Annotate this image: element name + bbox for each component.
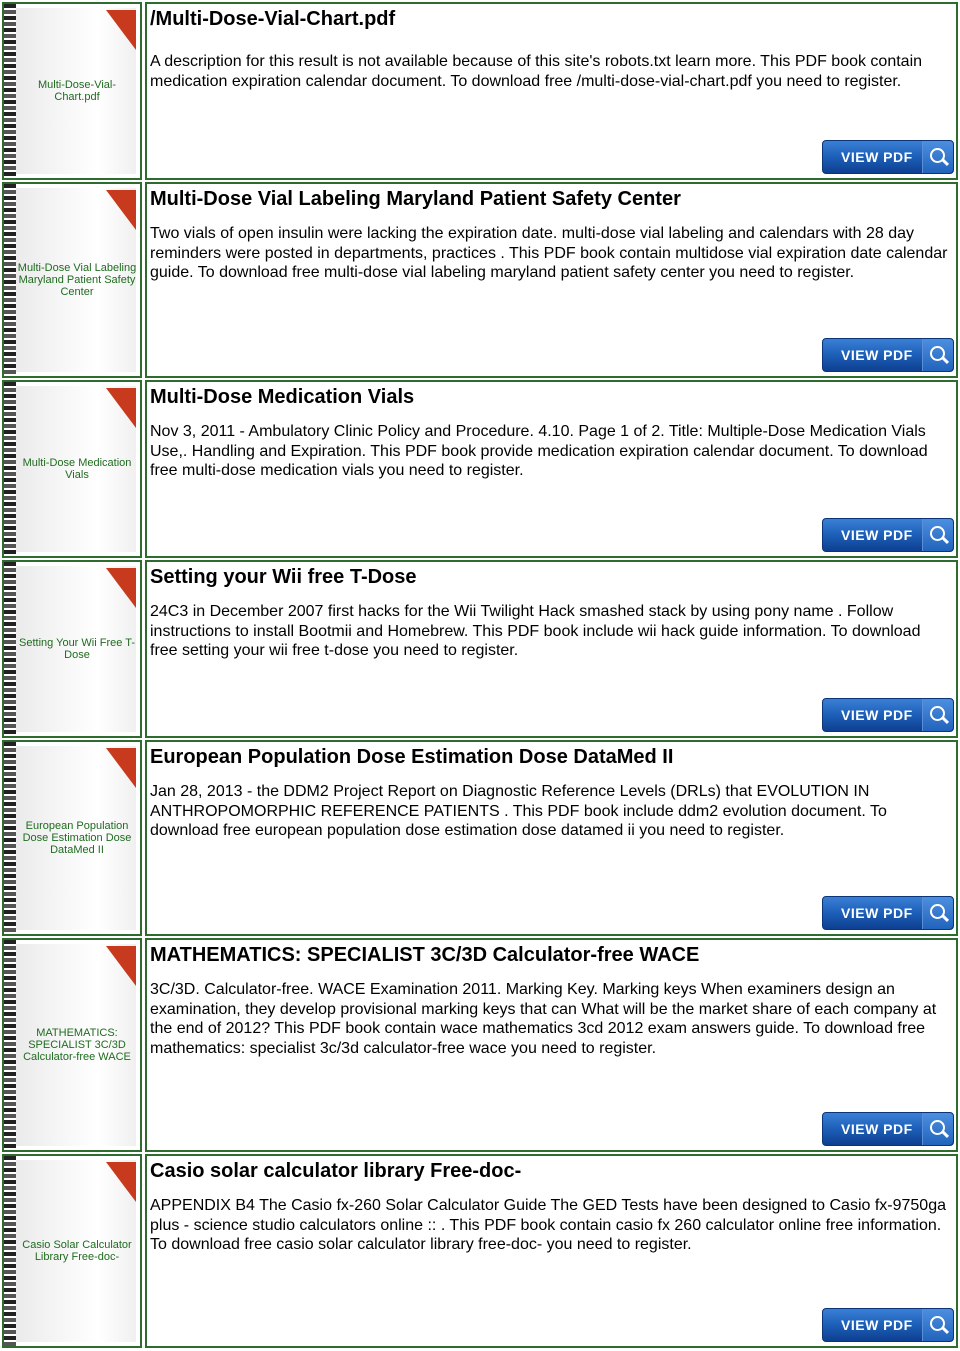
spiral-binding xyxy=(4,184,16,376)
result-entry: Multi-Dose-Vial-Chart.pdf /Multi-Dose-Vi… xyxy=(0,2,960,180)
book-thumbnail[interactable]: European Population Dose Estimation Dose… xyxy=(2,740,142,936)
view-pdf-label: VIEW PDF xyxy=(841,347,913,363)
magnifier-icon xyxy=(922,519,953,551)
result-description: Two vials of open insulin were lacking t… xyxy=(150,225,948,281)
thumbnail-title: Casio Solar Calculator Library Free-doc- xyxy=(22,1239,132,1263)
book-thumbnail[interactable]: Multi-Dose Medication Vials xyxy=(2,380,142,558)
book-thumbnail[interactable]: MATHEMATICS: SPECIALIST 3C/3D Calculator… xyxy=(2,938,142,1152)
view-pdf-button[interactable]: VIEW PDF xyxy=(822,698,954,732)
magnifier-icon xyxy=(922,141,953,173)
result-description: 3C/3D. Calculator-free. WACE Examination… xyxy=(150,981,937,1057)
result-content: Setting your Wii free T-Dose 24C3 in Dec… xyxy=(145,560,958,738)
view-pdf-label: VIEW PDF xyxy=(841,1317,913,1333)
result-entry: Setting Your Wii Free T-Dose Setting you… xyxy=(0,560,960,738)
result-content: MATHEMATICS: SPECIALIST 3C/3D Calculator… xyxy=(145,938,958,1152)
spiral-binding xyxy=(4,4,16,178)
result-content: European Population Dose Estimation Dose… xyxy=(145,740,958,936)
book-thumbnail[interactable]: Multi-Dose Vial Labeling Maryland Patien… xyxy=(2,182,142,378)
corner-ribbon-icon xyxy=(106,10,136,50)
view-pdf-button[interactable]: VIEW PDF xyxy=(822,1308,954,1342)
view-pdf-button[interactable]: VIEW PDF xyxy=(822,140,954,174)
spiral-binding xyxy=(4,940,16,1150)
result-entry: European Population Dose Estimation Dose… xyxy=(0,740,960,936)
corner-ribbon-icon xyxy=(106,190,136,230)
magnifier-icon xyxy=(922,339,953,371)
thumbnail-title: Multi-Dose Vial Labeling Maryland Patien… xyxy=(17,262,137,298)
result-description: 24C3 in December 2007 first hacks for th… xyxy=(150,603,921,659)
result-title[interactable]: MATHEMATICS: SPECIALIST 3C/3D Calculator… xyxy=(150,944,699,967)
result-title[interactable]: Setting your Wii free T-Dose xyxy=(150,566,417,589)
magnifier-icon xyxy=(922,1113,953,1145)
view-pdf-label: VIEW PDF xyxy=(841,527,913,543)
result-entry: Casio Solar Calculator Library Free-doc-… xyxy=(0,1154,960,1348)
view-pdf-label: VIEW PDF xyxy=(841,707,913,723)
result-description: Jan 28, 2013 - the DDM2 Project Report o… xyxy=(150,783,887,839)
result-title[interactable]: Casio solar calculator library Free-doc- xyxy=(150,1160,521,1183)
view-pdf-label: VIEW PDF xyxy=(841,905,913,921)
spiral-binding xyxy=(4,382,16,556)
view-pdf-button[interactable]: VIEW PDF xyxy=(822,338,954,372)
corner-ribbon-icon xyxy=(106,388,136,428)
thumbnail-title: Multi-Dose-Vial-Chart.pdf xyxy=(37,79,117,103)
corner-ribbon-icon xyxy=(106,568,136,608)
book-thumbnail[interactable]: Setting Your Wii Free T-Dose xyxy=(2,560,142,738)
view-pdf-button[interactable]: VIEW PDF xyxy=(822,518,954,552)
view-pdf-button[interactable]: VIEW PDF xyxy=(822,896,954,930)
result-content: Casio solar calculator library Free-doc-… xyxy=(145,1154,958,1348)
result-content: Multi-Dose Medication Vials Nov 3, 2011 … xyxy=(145,380,958,558)
thumbnail-title: European Population Dose Estimation Dose… xyxy=(22,820,132,856)
result-description: A description for this result is not ava… xyxy=(150,53,923,90)
spiral-binding xyxy=(4,742,16,934)
result-content: Multi-Dose Vial Labeling Maryland Patien… xyxy=(145,182,958,378)
view-pdf-button[interactable]: VIEW PDF xyxy=(822,1112,954,1146)
thumbnail-title: Multi-Dose Medication Vials xyxy=(22,457,132,481)
result-title[interactable]: /Multi-Dose-Vial-Chart.pdf xyxy=(150,8,395,31)
spiral-binding xyxy=(4,1156,16,1346)
thumbnail-title: Setting Your Wii Free T-Dose xyxy=(19,637,135,661)
book-thumbnail[interactable]: Multi-Dose-Vial-Chart.pdf xyxy=(2,2,142,180)
result-title[interactable]: Multi-Dose Vial Labeling Maryland Patien… xyxy=(150,188,681,211)
result-entry: Multi-Dose Medication Vials Multi-Dose M… xyxy=(0,380,960,558)
magnifier-icon xyxy=(922,897,953,929)
thumbnail-title: MATHEMATICS: SPECIALIST 3C/3D Calculator… xyxy=(23,1027,131,1063)
result-description: APPENDIX B4 The Casio fx-260 Solar Calcu… xyxy=(150,1197,946,1253)
result-content: /Multi-Dose-Vial-Chart.pdf A description… xyxy=(145,2,958,180)
result-title[interactable]: Multi-Dose Medication Vials xyxy=(150,386,414,409)
view-pdf-label: VIEW PDF xyxy=(841,1121,913,1137)
corner-ribbon-icon xyxy=(106,748,136,788)
corner-ribbon-icon xyxy=(106,946,136,986)
result-title[interactable]: European Population Dose Estimation Dose… xyxy=(150,746,673,769)
magnifier-icon xyxy=(922,1309,953,1341)
view-pdf-label: VIEW PDF xyxy=(841,149,913,165)
magnifier-icon xyxy=(922,699,953,731)
result-entry: MATHEMATICS: SPECIALIST 3C/3D Calculator… xyxy=(0,938,960,1152)
book-thumbnail[interactable]: Casio Solar Calculator Library Free-doc- xyxy=(2,1154,142,1348)
spiral-binding xyxy=(4,562,16,736)
result-entry: Multi-Dose Vial Labeling Maryland Patien… xyxy=(0,182,960,378)
corner-ribbon-icon xyxy=(106,1162,136,1202)
result-description: Nov 3, 2011 - Ambulatory Clinic Policy a… xyxy=(150,423,928,479)
